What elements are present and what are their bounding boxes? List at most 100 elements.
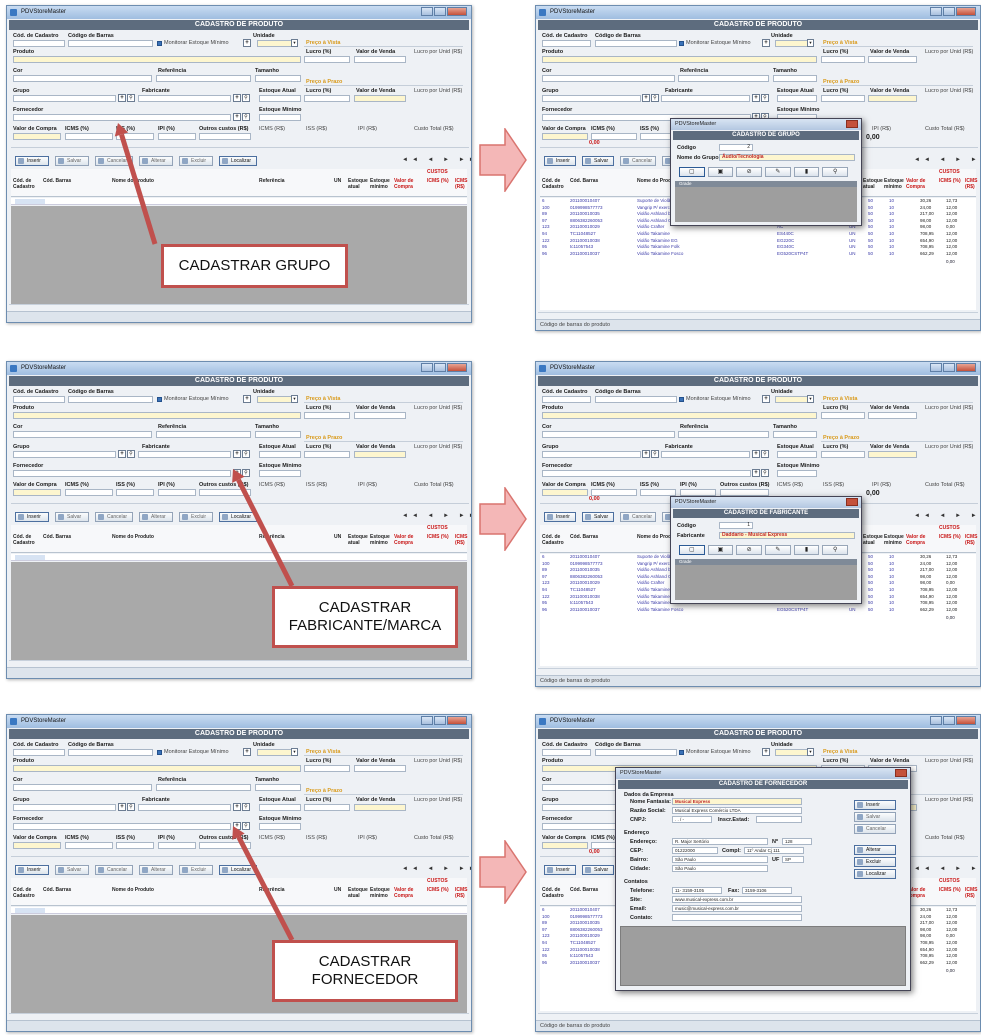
- fornecedor-input[interactable]: [13, 470, 231, 477]
- lucro2-input[interactable]: [821, 451, 865, 458]
- add-fabricante-button[interactable]: +: [233, 94, 241, 102]
- grupo-input[interactable]: [13, 95, 116, 102]
- minimize-icon[interactable]: [930, 7, 942, 16]
- save-button[interactable]: ▣: [707, 167, 734, 177]
- search-button[interactable]: ⚲: [822, 167, 848, 177]
- estoque-atual-input[interactable]: [259, 804, 301, 811]
- column-header[interactable]: Estoque mínimo: [370, 178, 392, 190]
- monitor-checkbox[interactable]: [679, 397, 684, 402]
- table-row[interactable]: [11, 198, 467, 205]
- search-button[interactable]: Localizar: [219, 512, 257, 522]
- tamanho-input[interactable]: [773, 431, 817, 438]
- dialog-titlebar[interactable]: PDVStoreMaster: [671, 497, 861, 508]
- column-header[interactable]: Cód. de Cadastro: [542, 534, 569, 546]
- monitor-checkbox[interactable]: [679, 750, 684, 755]
- record-navigator[interactable]: ◄◄ ◄ ► ►►: [914, 157, 980, 163]
- binoculars-icon[interactable]: ⚲: [651, 450, 659, 458]
- window-titlebar[interactable]: PDVStoreMaster: [7, 715, 471, 728]
- maximize-icon[interactable]: [434, 7, 446, 16]
- close-icon[interactable]: [846, 498, 858, 506]
- search-button[interactable]: ⚲: [822, 545, 848, 555]
- add-unidade-button[interactable]: +: [762, 748, 770, 756]
- insert-button[interactable]: Inserir: [544, 512, 576, 522]
- column-header[interactable]: Valor de Compra: [394, 534, 424, 546]
- binoculars-icon[interactable]: ⚲: [242, 822, 250, 830]
- valor-compra-input[interactable]: [542, 842, 588, 849]
- window-titlebar[interactable]: PDVStoreMaster: [7, 6, 471, 19]
- unidade-select[interactable]: [257, 749, 293, 756]
- cod-barras-input[interactable]: [68, 40, 153, 47]
- referencia-input[interactable]: [678, 75, 769, 82]
- valor-compra-input[interactable]: [542, 133, 588, 140]
- column-header[interactable]: Cód. Barras: [43, 178, 102, 185]
- add-unidade-button[interactable]: +: [762, 395, 770, 403]
- ipi-input[interactable]: [158, 842, 196, 849]
- binoculars-icon[interactable]: ⚲: [761, 94, 769, 102]
- column-header[interactable]: UN: [334, 534, 346, 541]
- insert-button[interactable]: Inserir: [15, 865, 49, 875]
- cor-input[interactable]: [13, 431, 152, 438]
- add-fabricante-button[interactable]: +: [233, 450, 241, 458]
- dialog-titlebar[interactable]: PDVStoreMaster: [616, 768, 910, 779]
- estoque-minimo-input[interactable]: [259, 823, 301, 830]
- lucro2-input[interactable]: [304, 95, 350, 102]
- fornecedor-field-input[interactable]: São Paulo: [672, 856, 768, 863]
- outros-input[interactable]: [720, 489, 769, 496]
- add-fornecedor-button[interactable]: +: [233, 469, 241, 477]
- column-header[interactable]: Cód. de Cadastro: [542, 887, 569, 899]
- valor-compra-input[interactable]: [13, 489, 61, 496]
- fornecedor-field-input[interactable]: São Paulo: [672, 865, 768, 872]
- lucro2-input[interactable]: [821, 95, 865, 102]
- save-button[interactable]: Salvar: [582, 156, 614, 166]
- fabricante-input[interactable]: [661, 95, 750, 102]
- cancel-button[interactable]: Cancelar: [95, 512, 133, 522]
- table-row[interactable]: 95 tc11057543 Violão Takamine Folk EG340C UN…: [540, 244, 976, 250]
- save-button[interactable]: ▣: [707, 545, 734, 555]
- produto-input[interactable]: [13, 412, 301, 419]
- search-button[interactable]: Localizar: [219, 865, 257, 875]
- chevron-down-icon[interactable]: ▼: [291, 39, 298, 47]
- binoculars-icon[interactable]: ⚲: [242, 803, 250, 811]
- nome-input[interactable]: Daddario - Musical Express: [719, 532, 855, 539]
- table-row[interactable]: [11, 554, 467, 561]
- cod-cadastro-input[interactable]: [542, 396, 591, 403]
- fornecedor-field-input[interactable]: R. Major Sertório: [672, 838, 768, 845]
- column-header[interactable]: Cód. Barras: [570, 534, 627, 541]
- maximize-icon[interactable]: [943, 7, 955, 16]
- delete-button[interactable]: Excluir: [179, 156, 213, 166]
- column-header[interactable]: ICMS (R$): [455, 887, 471, 899]
- cor-input[interactable]: [13, 784, 152, 791]
- column-header[interactable]: Estoque atual: [348, 178, 368, 190]
- add-fabricante-button[interactable]: +: [752, 94, 760, 102]
- insert-button[interactable]: Inserir: [544, 156, 576, 166]
- maximize-icon[interactable]: [434, 363, 446, 372]
- cod-barras-input[interactable]: [595, 749, 677, 756]
- codigo-input[interactable]: 1: [719, 522, 753, 529]
- save-button[interactable]: Salvar: [582, 512, 614, 522]
- valor-venda2-input[interactable]: [354, 451, 406, 458]
- close-icon[interactable]: [956, 7, 976, 16]
- record-navigator[interactable]: ◄◄ ◄ ► ►►: [402, 866, 471, 872]
- table-row[interactable]: [11, 907, 467, 914]
- produto-input[interactable]: [13, 56, 301, 63]
- save-button[interactable]: Salvar: [55, 156, 89, 166]
- record-navigator[interactable]: ◄◄ ◄ ► ►►: [914, 513, 980, 519]
- add-fornecedor-button[interactable]: +: [233, 822, 241, 830]
- chevron-down-icon[interactable]: ▼: [807, 748, 814, 756]
- produto-input[interactable]: [542, 412, 817, 419]
- add-unidade-button[interactable]: +: [243, 748, 251, 756]
- estoque-atual-input[interactable]: [777, 95, 817, 102]
- add-unidade-button[interactable]: +: [243, 39, 251, 47]
- minimize-icon[interactable]: [930, 363, 942, 372]
- iss-input[interactable]: [116, 842, 154, 849]
- column-header[interactable]: Estoque atual: [863, 534, 883, 546]
- save-button[interactable]: Salvar: [582, 865, 614, 875]
- delete-button[interactable]: ▮: [793, 167, 820, 177]
- icms-input[interactable]: [591, 133, 637, 140]
- unidade-select[interactable]: [775, 749, 809, 756]
- lucro-input[interactable]: [304, 765, 350, 772]
- ipi-input[interactable]: [158, 133, 196, 140]
- edit-button[interactable]: Alterar: [139, 156, 173, 166]
- binoculars-icon[interactable]: ⚲: [761, 450, 769, 458]
- column-header[interactable]: Cód. de Cadastro: [13, 534, 41, 546]
